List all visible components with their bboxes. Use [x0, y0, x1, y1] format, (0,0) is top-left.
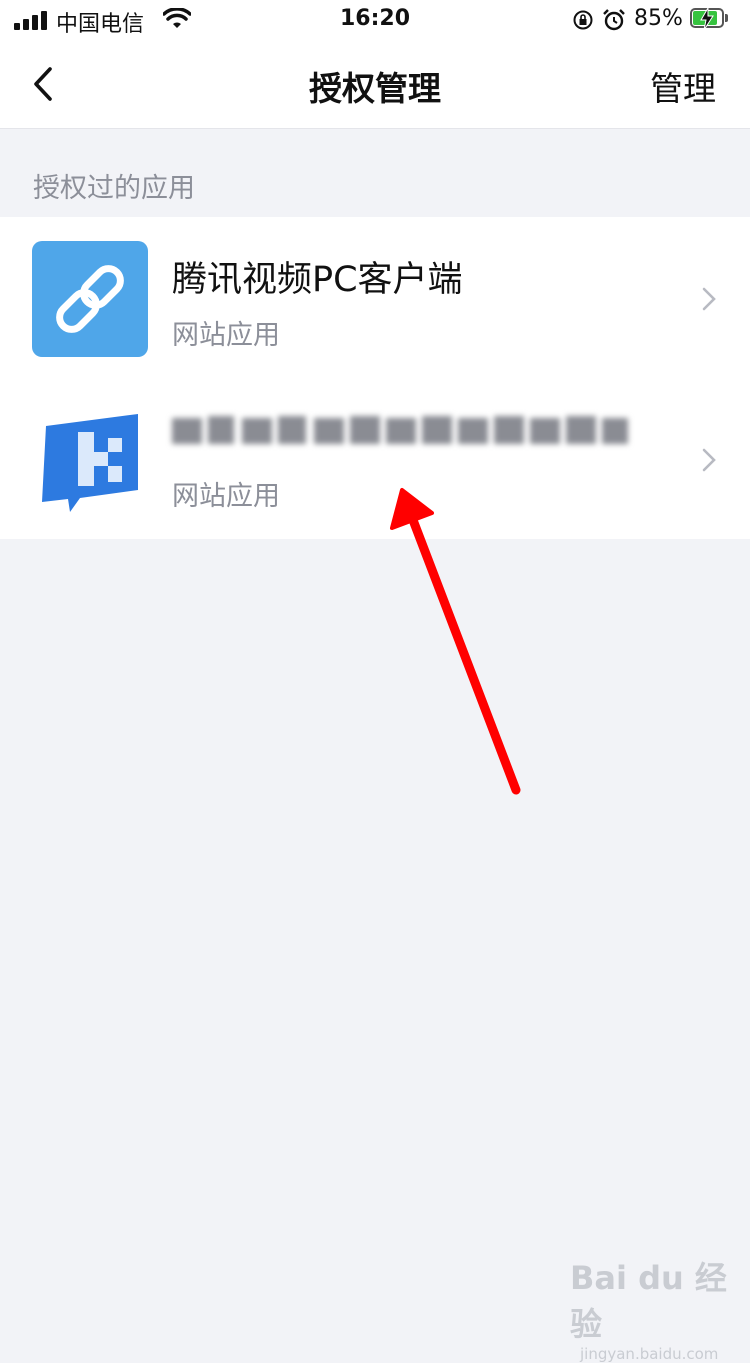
- watermark-logo: Bai du 经验: [570, 1259, 727, 1343]
- chevron-right-icon: [702, 448, 716, 472]
- nav-bar: 授权管理 管理: [0, 42, 750, 129]
- watermark-url: jingyan.baidu.com: [580, 1345, 719, 1363]
- battery-percent: 85%: [634, 6, 683, 31]
- list-item-app-2[interactable]: 网站应用: [0, 378, 750, 539]
- alarm-icon: [603, 9, 625, 31]
- app-logo-icon: [42, 414, 138, 512]
- authorized-app-list: 腾讯视频PC客户端 网站应用 网站应用: [0, 217, 750, 539]
- list-item-app-1[interactable]: 腾讯视频PC客户端 网站应用: [0, 217, 750, 378]
- chevron-right-icon: [702, 287, 716, 311]
- rotation-lock-icon: [573, 10, 593, 30]
- status-bar: 中国电信 16:20 85%: [0, 0, 750, 42]
- blurred-app-name: [170, 410, 632, 450]
- app-type: 网站应用: [172, 320, 280, 351]
- battery-icon: [690, 7, 730, 31]
- section-label: 授权过的应用: [33, 173, 195, 204]
- link-icon: [32, 241, 148, 357]
- page-title: 授权管理: [309, 69, 441, 108]
- watermark: Bai du 经验 jingyan.baidu.com: [570, 1253, 750, 1363]
- app-type: 网站应用: [172, 481, 280, 512]
- manage-button[interactable]: 管理: [650, 62, 716, 110]
- app-name: 腾讯视频PC客户端: [172, 260, 463, 300]
